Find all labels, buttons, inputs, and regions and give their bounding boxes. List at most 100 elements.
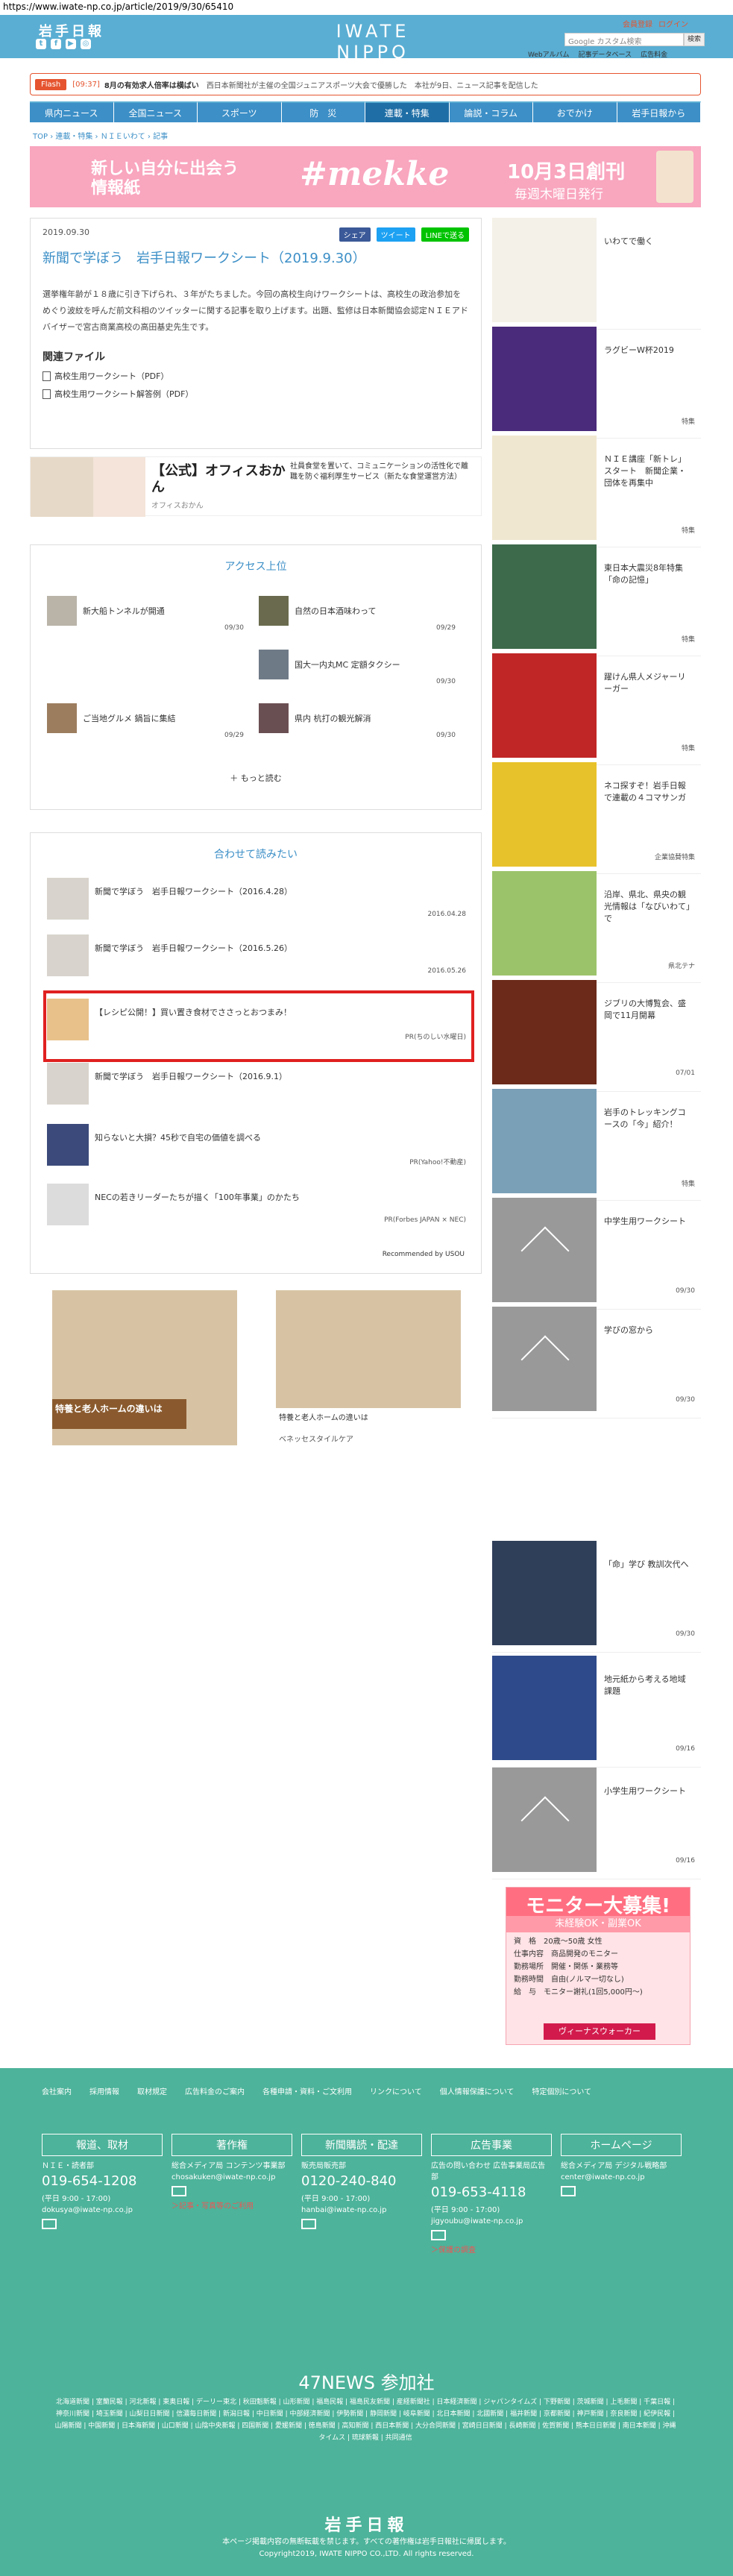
- nav-item-sports[interactable]: スポーツ: [198, 101, 282, 122]
- footer-links: 会社案内 採用情報 取材規定 広告料金のご案内 各種申請・資料・ご文利用 リンク…: [42, 2085, 668, 2101]
- list-item[interactable]: NECの若きリーダーたちが描く「100年事業」のかたち PR(Forbes JA…: [47, 1184, 466, 1228]
- sidebar-item[interactable]: 岩手のトレッキングコースの「今」紹介！ 特集: [492, 1089, 701, 1201]
- sidebar-item[interactable]: 中学生用ワークシート 09/30: [492, 1198, 701, 1310]
- list-item[interactable]: 国大一内丸MC 定額タクシー 09/30: [259, 650, 460, 687]
- list-item[interactable]: 県内 杭打の観光解消 09/30: [259, 703, 460, 741]
- thumbnail: [492, 436, 597, 540]
- list-item[interactable]: 新聞で学ぼう 岩手日報ワークシート（2016.9.1）: [47, 1063, 466, 1108]
- flash-news[interactable]: Flash [09:37] 8月の有効求人倍率は横ばい 西日本新聞社が主催の全国…: [30, 73, 701, 95]
- article-title: 新聞で学ぼう 岩手日報ワークシート（2019.9.30）: [43, 251, 366, 266]
- sidebar-item[interactable]: 「命」学び 教訓次代へ 09/30: [492, 1541, 701, 1653]
- thumbnail: [492, 653, 597, 758]
- nav-item-from-nippo[interactable]: 岩手日報から: [617, 101, 701, 122]
- list-item[interactable]: 新聞で学ぼう 岩手日報ワークシート（2016.5.26） 2016.05.26: [47, 934, 466, 979]
- sidebar-item[interactable]: 沿岸、県北、県央の観光情報は「なびいわて」で 県北テナ: [492, 871, 701, 983]
- footer-link[interactable]: 特定個別について: [532, 2085, 591, 2101]
- ad-rate-link[interactable]: 広告料金: [641, 49, 667, 59]
- access-ranking: アクセス上位 新大船トンネルが開通 09/30 自然の日本酒味わって 09/29…: [30, 544, 482, 810]
- contact-box-advertising: 広告事業 広告の問い合わせ 広告事業局広告部 019-653-4118 (平日 …: [431, 2134, 552, 2255]
- sidebar-item[interactable]: 学びの窓から 09/30: [492, 1307, 701, 1419]
- mail-icon[interactable]: [42, 2219, 57, 2229]
- footer-logo[interactable]: 岩手日報: [0, 2512, 733, 2536]
- tweet-button[interactable]: ツイート: [376, 227, 415, 242]
- web-album-link[interactable]: Webアルバム: [528, 49, 570, 59]
- footer-link[interactable]: 取材規定: [137, 2085, 167, 2101]
- footer-link[interactable]: 各種申請・資料・ご文利用: [262, 2085, 352, 2101]
- list-item[interactable]: 新聞で学ぼう 岩手日報ワークシート（2016.4.28） 2016.04.28: [47, 878, 466, 923]
- contact-box-subscription: 新聞購読・配達 販売局販売部 0120-240-840 (平日 9:00 - 1…: [301, 2134, 422, 2229]
- search-button[interactable]: 検索: [684, 33, 705, 46]
- phone-number[interactable]: 0120-240-840: [301, 2173, 422, 2189]
- ad-strip[interactable]: 【公式】オフィスおかん オフィスおかん 社員食堂を置いて、コミュニケーションの活…: [30, 456, 482, 517]
- login-link[interactable]: ログイン: [658, 18, 688, 29]
- mail-icon[interactable]: [431, 2230, 446, 2240]
- sidebar-item[interactable]: ネコ探すぞ！岩手日報で連載の４コマサンガ 企業協賛特集: [492, 762, 701, 874]
- sidebar-item[interactable]: ＮＩＥ講座「新トレ」スタート 新聞企業・団体を再集中 特集: [492, 436, 701, 547]
- phone-number[interactable]: 019-653-4118: [431, 2184, 552, 2200]
- flash-tag: Flash: [35, 78, 67, 90]
- contact-box-copyright: 著作権 総合メディア局 コンテンツ事業部 chosakuken@iwate-np…: [172, 2134, 292, 2211]
- sidebar-item[interactable]: 小学生用ワークシート 09/16: [492, 1768, 701, 1879]
- sidebar-item[interactable]: ジブリの大博覧会、盛岡で11月開幕 07/01: [492, 980, 701, 1092]
- nav-item-outing[interactable]: おでかけ: [533, 101, 617, 122]
- nav-item-features[interactable]: 連載・特集: [365, 101, 450, 122]
- thumbnail: [492, 327, 597, 431]
- mail-icon[interactable]: [301, 2219, 316, 2229]
- nav-item-disaster[interactable]: 防 災: [281, 101, 365, 122]
- site-footer: 会社案内 採用情報 取材規定 広告料金のご案内 各種申請・資料・ご文利用 リンク…: [0, 2068, 733, 2576]
- ad-caption-box: 特養と老人ホームの違いは ベネッセスタイルケア: [276, 1408, 461, 1445]
- register-link[interactable]: 会員登録: [623, 18, 652, 29]
- ad-title: 【公式】オフィスおかん: [151, 463, 286, 495]
- brand[interactable]: IWATE NIPPO 2019.10.01 火: [298, 21, 447, 76]
- ad-banner-right[interactable]: 特養と老人ホームの違いは ベネッセスタイルケア: [276, 1290, 461, 1445]
- monitor-brand: ヴィーナスウォーカー: [544, 2023, 655, 2040]
- sidebar-item[interactable]: ラグビーW杯2019 特集: [492, 327, 701, 439]
- nav-item-local[interactable]: 県内ニュース: [30, 101, 114, 122]
- more-button[interactable]: ＋ もっと読む: [31, 772, 481, 784]
- sidebar-item[interactable]: いわてで働く: [492, 218, 701, 330]
- monitor-sub: 未経験OK・副業OK: [506, 1916, 690, 1932]
- flash-text: 西日本新聞社が主催の全国ジュニアスポーツ大会で優勝した 本社が9日、ニュース記事…: [206, 81, 538, 90]
- flash-headline[interactable]: 8月の有効求人倍率は横ばい: [104, 79, 199, 90]
- footer-link[interactable]: 個人情報保護について: [440, 2085, 515, 2101]
- footer-notice: 本ページ掲載内容の無断転載を禁じます。すべての著作権は岩手日報社に帰属します。 …: [222, 2538, 511, 2558]
- list-item[interactable]: 知らないと大損？45秒で自宅の価値を調べる PR(Yahoo!不動産): [47, 1124, 466, 1169]
- contact-box-homepage: ホームページ 総合メディア局 デジタル戦略部 center@iwate-np.c…: [561, 2134, 682, 2196]
- line-share-button[interactable]: LINEで送る: [421, 227, 469, 242]
- mail-icon[interactable]: [561, 2186, 576, 2196]
- thumbnail: [47, 1124, 89, 1166]
- sidebar-item[interactable]: 躍けん県人メジャーリーガー 特集: [492, 653, 701, 765]
- small-logo[interactable]: 岩手日報: [39, 21, 104, 40]
- monitor-recruit-ad[interactable]: モニター大募集! 未経験OK・副業OK 資 格 20歳〜50歳 女性 仕事内容 …: [506, 1887, 690, 2045]
- footer-link[interactable]: リンクについて: [370, 2085, 422, 2101]
- news47-list[interactable]: 北海道新聞 | 室蘭民報 | 河北新報 | 東奥日報 | デーリー東北 | 秋田…: [52, 2396, 679, 2444]
- thumbnail: [259, 703, 289, 733]
- search-input[interactable]: Google カスタム検索: [564, 33, 684, 46]
- facebook-share-button[interactable]: シェア: [339, 227, 371, 242]
- nav-item-opinion[interactable]: 論説・コラム: [449, 101, 533, 122]
- article-db-link[interactable]: 記事データベース: [579, 49, 632, 59]
- list-item[interactable]: ご当地グルメ 鍋旨に集結 09/29: [47, 703, 248, 741]
- address-bar[interactable]: https://www.iwate-np.co.jp/article/2019/…: [0, 0, 733, 15]
- breadcrumb[interactable]: TOP › 連載・特集 › ＮＩＥいわて › 記事: [33, 130, 168, 141]
- sidebar-item[interactable]: 東日本大震災8年特集「命の記憶」 特集: [492, 544, 701, 656]
- sidebar-item[interactable]: 地元紙から考える地域課題 09/16: [492, 1656, 701, 1768]
- footer-link[interactable]: 採用情報: [89, 2085, 119, 2101]
- file-link-answers[interactable]: 高校生用ワークシート解答例（PDF）: [43, 388, 469, 400]
- mail-icon[interactable]: [172, 2186, 186, 2196]
- ad-banner-left[interactable]: 特養と老人ホームの違いは: [52, 1290, 237, 1445]
- twitter-icon[interactable]: t: [36, 39, 46, 49]
- facebook-icon[interactable]: f: [51, 39, 61, 49]
- list-item[interactable]: 新大船トンネルが開通 09/30: [47, 596, 248, 633]
- mekke-banner[interactable]: 新しい自分に出会う 情報紙 #mekke 10月3日創刊 毎週木曜日発行: [30, 146, 701, 207]
- nav-item-national[interactable]: 全国ニュース: [113, 101, 198, 122]
- file-link-worksheet[interactable]: 高校生用ワークシート（PDF）: [43, 370, 469, 382]
- footer-link[interactable]: 会社案内: [42, 2085, 72, 2101]
- youtube-icon[interactable]: ▶: [66, 39, 76, 49]
- phone-number[interactable]: 019-654-1208: [42, 2173, 163, 2189]
- thumbnail: [47, 1063, 89, 1105]
- instagram-icon[interactable]: ◎: [81, 39, 91, 49]
- thumbnail: [492, 218, 597, 322]
- footer-link[interactable]: 広告料金のご案内: [185, 2085, 245, 2101]
- list-item[interactable]: 自然の日本酒味わって 09/29: [259, 596, 460, 633]
